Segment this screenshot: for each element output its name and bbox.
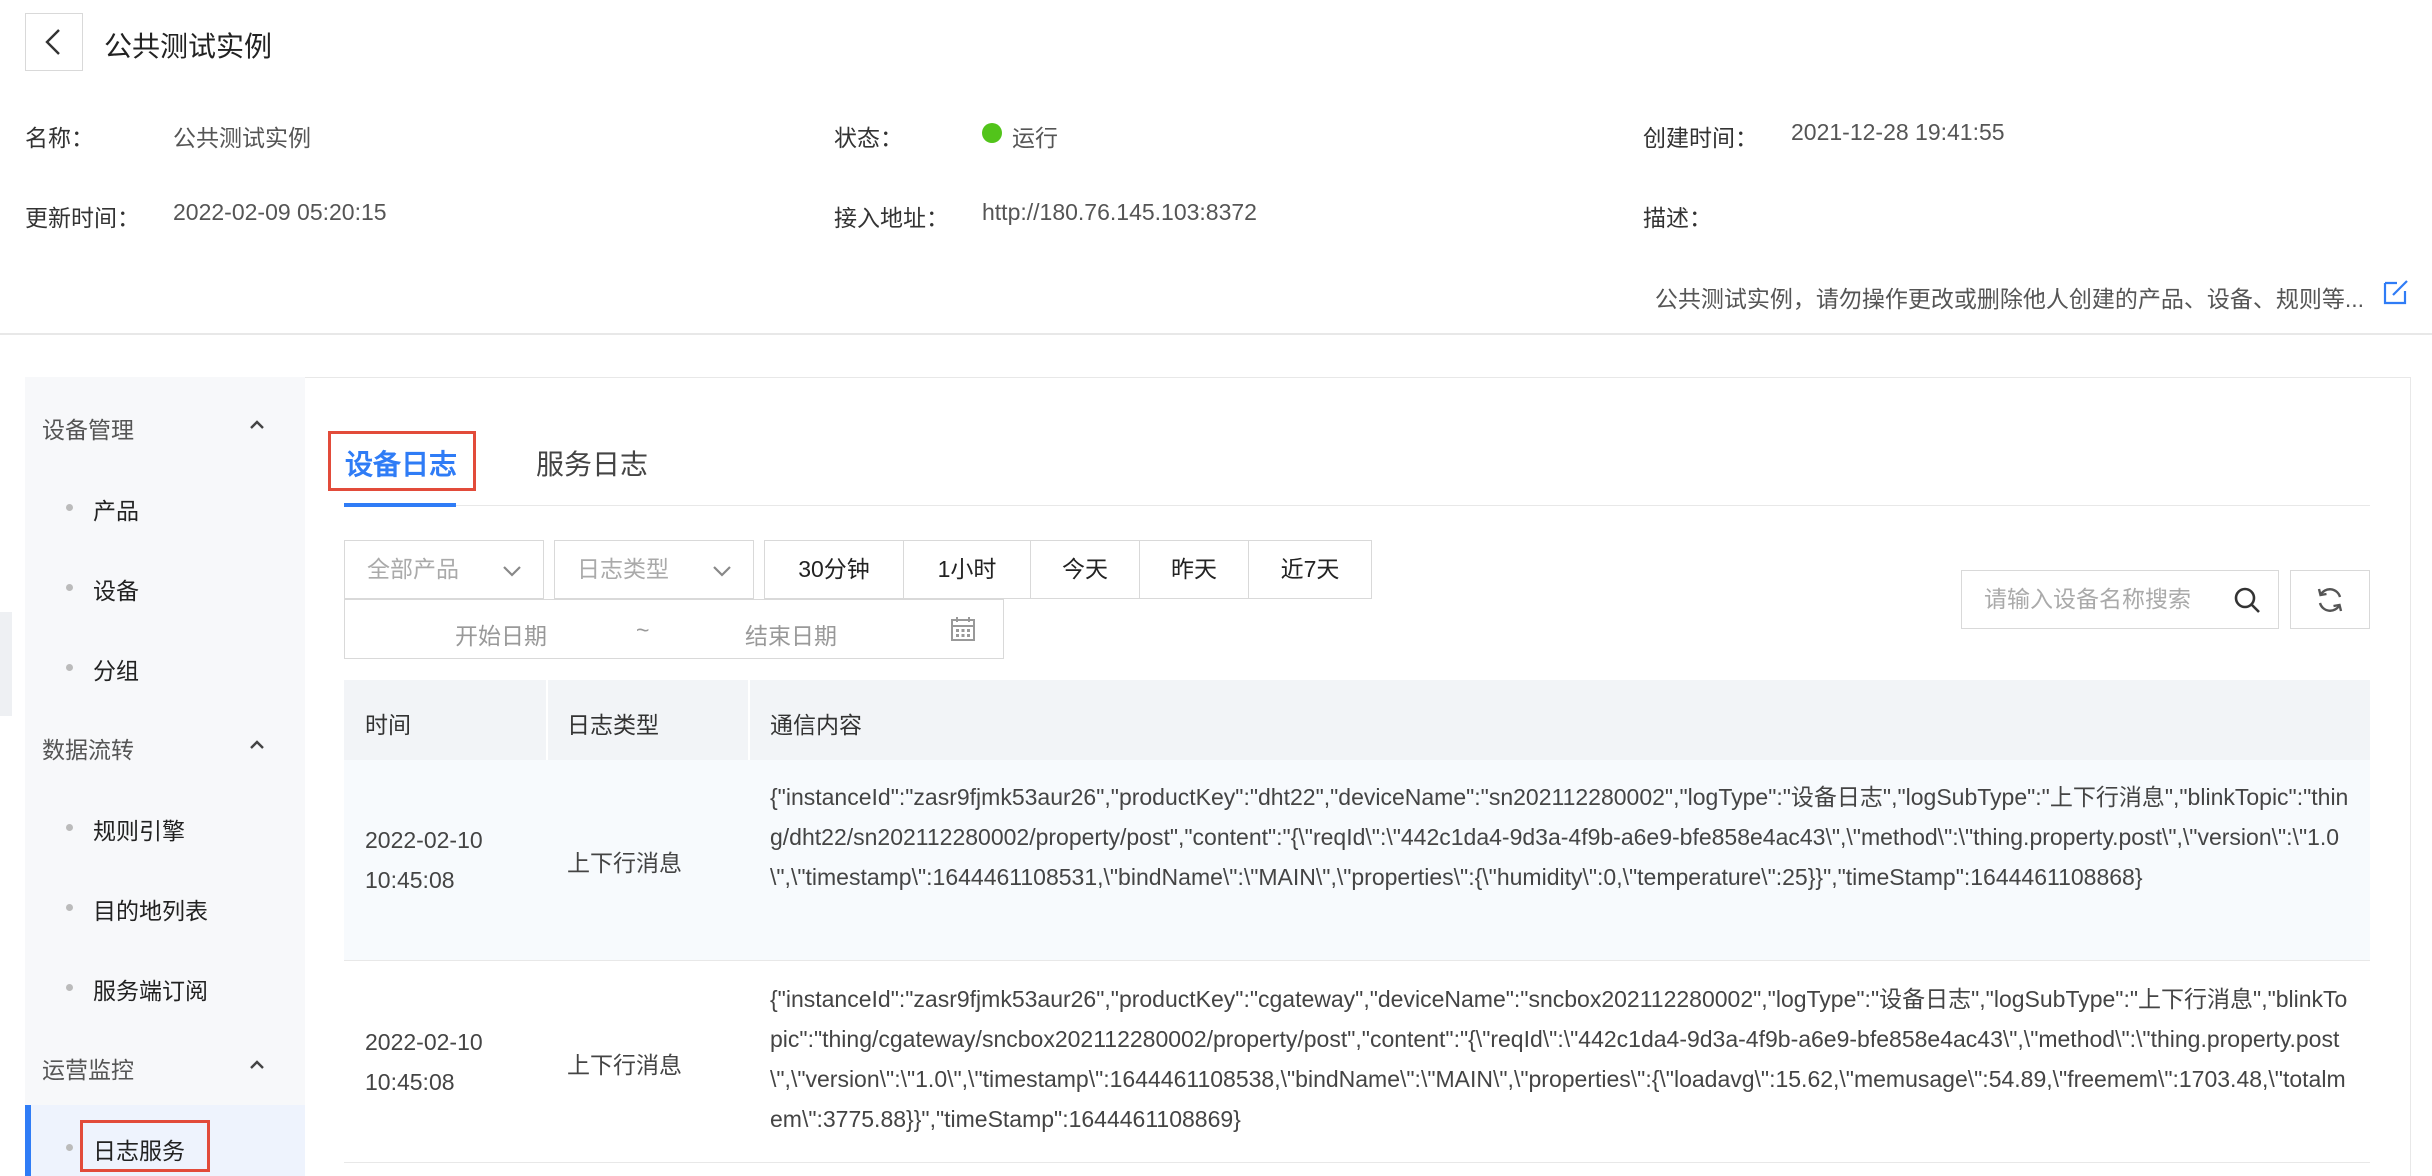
column-header-log-type[interactable]: 日志类型 — [567, 706, 659, 740]
endpoint-label: 接入地址： — [834, 205, 949, 231]
description-label: 描述： — [1643, 205, 1712, 231]
product-select[interactable]: 全部产品 — [344, 540, 544, 599]
tab-service-log[interactable]: 服务日志 — [536, 443, 648, 483]
sidebar-item-devices[interactable]: 设备 — [93, 572, 139, 606]
column-header-time[interactable]: 时间 — [365, 706, 411, 740]
range-button-30min[interactable]: 30分钟 — [764, 540, 904, 599]
sidebar-group-ops-monitoring[interactable]: 运营监控 — [42, 1051, 134, 1085]
cell-log-type: 上下行消息 — [567, 850, 682, 876]
highlight-box — [328, 431, 476, 491]
sidebar-collapse-handle[interactable] — [0, 612, 12, 716]
log-type-select-value: 日志类型 — [577, 556, 669, 582]
cell-time: 2022-02-10 10:45:08 — [365, 827, 483, 893]
date-separator: ~ — [636, 617, 650, 643]
status-dot — [982, 123, 1002, 143]
calendar-icon[interactable] — [949, 615, 977, 643]
tabs-baseline — [344, 505, 2370, 506]
device-search — [1961, 570, 2279, 629]
device-search-input[interactable] — [1962, 571, 2222, 628]
bullet-icon — [66, 504, 73, 511]
bullet-icon — [66, 904, 73, 911]
sidebar-group-data-flow[interactable]: 数据流转 — [42, 731, 134, 765]
search-icon[interactable] — [2232, 585, 2262, 615]
name-value: 公共测试实例 — [173, 125, 311, 151]
column-separator — [546, 680, 548, 760]
bullet-icon — [66, 584, 73, 591]
start-date-input[interactable]: 开始日期 — [455, 617, 547, 651]
table-row[interactable]: 2022-02-10 10:45:08 上下行消息 {"instanceId":… — [344, 962, 2370, 1163]
page-title: 公共测试实例 — [104, 31, 273, 62]
description-value: 公共测试实例，请勿操作更改或删除他人创建的产品、设备、规则等... — [1654, 286, 2364, 312]
created-label: 创建时间： — [1643, 125, 1758, 151]
sidebar-item-rule-engine[interactable]: 规则引擎 — [93, 812, 185, 846]
range-button-1hour[interactable]: 1小时 — [903, 540, 1031, 599]
range-button-yesterday[interactable]: 昨天 — [1139, 540, 1249, 599]
sidebar-item-products[interactable]: 产品 — [93, 492, 139, 526]
status-value: 运行 — [1012, 125, 1058, 151]
table-header: 时间 日志类型 通信内容 — [344, 680, 2370, 760]
cell-time: 2022-02-10 10:45:08 — [365, 1029, 483, 1095]
name-label: 名称： — [25, 125, 94, 151]
active-tab-underline — [344, 503, 456, 507]
chevron-up-icon[interactable] — [248, 416, 266, 434]
product-select-value: 全部产品 — [367, 556, 459, 582]
refresh-button[interactable] — [2290, 570, 2370, 629]
header-divider — [0, 333, 2432, 335]
log-type-select[interactable]: 日志类型 — [554, 540, 754, 599]
created-value: 2021-12-28 19:41:55 — [1791, 119, 2005, 145]
end-date-input[interactable]: 结束日期 — [745, 617, 837, 651]
endpoint-value: http://180.76.145.103:8372 — [982, 199, 1257, 225]
status-label: 状态： — [834, 125, 903, 151]
updated-value: 2022-02-09 05:20:15 — [173, 199, 387, 225]
range-button-today[interactable]: 今天 — [1030, 540, 1140, 599]
bullet-icon — [66, 664, 73, 671]
table-row[interactable]: 2022-02-10 10:45:08 上下行消息 {"instanceId":… — [344, 760, 2370, 961]
highlight-box — [80, 1120, 210, 1172]
cell-content: {"instanceId":"zasr9fjmk53aur26","produc… — [770, 784, 2349, 890]
edit-icon[interactable] — [2382, 278, 2410, 306]
refresh-icon — [2317, 587, 2343, 612]
active-item-indicator — [25, 1105, 31, 1176]
chevron-up-icon[interactable] — [248, 1056, 266, 1074]
chevron-down-icon — [713, 566, 731, 577]
range-button-7days[interactable]: 近7天 — [1248, 540, 1372, 599]
bullet-icon — [66, 824, 73, 831]
updated-label: 更新时间： — [25, 205, 140, 231]
bullet-icon — [66, 1144, 73, 1151]
bullet-icon — [66, 984, 73, 991]
cell-log-type: 上下行消息 — [567, 1052, 682, 1078]
column-separator — [748, 680, 750, 760]
instance-detail-page: 公共测试实例 名称： 公共测试实例 状态： 运行 创建时间： 2021-12-2… — [0, 0, 2432, 1176]
chevron-down-icon — [503, 566, 521, 577]
back-button[interactable] — [25, 13, 83, 71]
time-range-group: 30分钟 1小时 今天 昨天 近7天 — [764, 540, 1372, 599]
sidebar-group-device-management[interactable]: 设备管理 — [42, 411, 134, 445]
sidebar-item-server-subscription[interactable]: 服务端订阅 — [93, 972, 208, 1006]
sidebar-item-groups[interactable]: 分组 — [93, 652, 139, 686]
chevron-up-icon[interactable] — [248, 736, 266, 754]
date-range-picker[interactable]: 开始日期 ~ 结束日期 — [344, 599, 1004, 659]
sidebar-item-destinations[interactable]: 目的地列表 — [93, 892, 208, 926]
chevron-left-icon — [45, 29, 60, 55]
column-header-content[interactable]: 通信内容 — [770, 706, 862, 740]
cell-content: {"instanceId":"zasr9fjmk53aur26","produc… — [770, 986, 2348, 1132]
